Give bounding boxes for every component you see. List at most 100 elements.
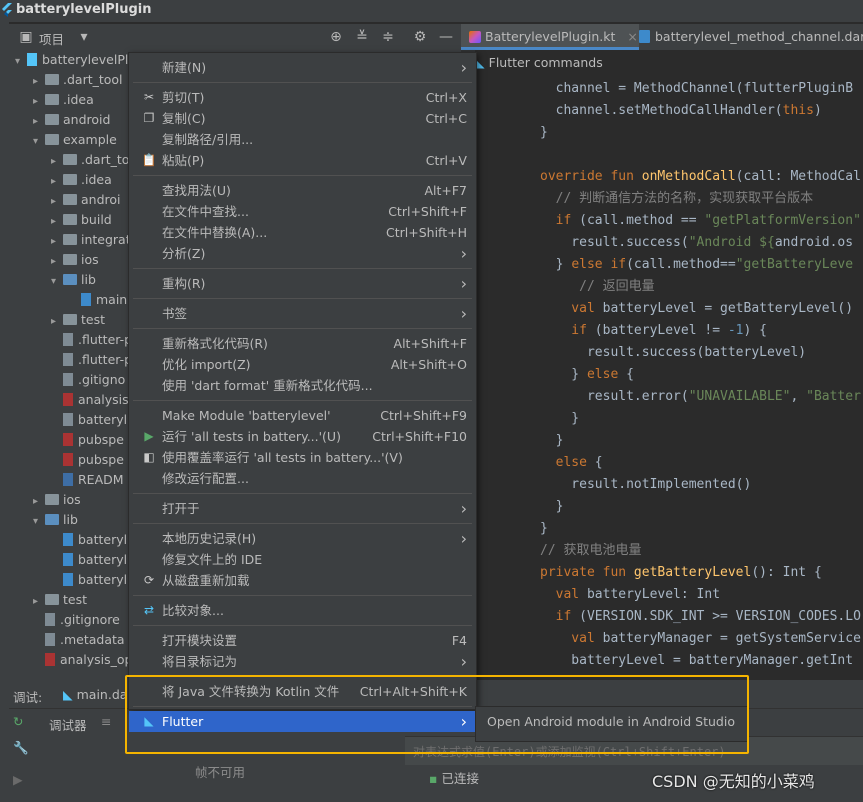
collapse-all-icon[interactable]: ≑: [379, 28, 397, 46]
chevron-right-icon[interactable]: ▸: [33, 72, 45, 92]
chevron-right-icon[interactable]: ▸: [51, 172, 63, 192]
tree-item[interactable]: READM: [51, 470, 124, 490]
tree-item[interactable]: .flutter-p: [51, 330, 132, 350]
code-line[interactable]: result.notImplemented(): [540, 474, 751, 496]
menu-item[interactable]: 打开模块设置 F4: [129, 630, 476, 651]
code-line[interactable]: } else {: [540, 364, 634, 386]
code-line[interactable]: if (VERSION.SDK_INT >= VERSION_CODES.LO: [540, 606, 861, 628]
menu-item[interactable]: 查找用法(U) Alt+F7: [129, 180, 476, 201]
chevron-down-icon[interactable]: ▾: [33, 132, 45, 152]
tree-item[interactable]: ▸ .dart_tool: [33, 70, 123, 90]
wrench-icon[interactable]: 🔧: [13, 740, 29, 756]
tree-item[interactable]: analysis_op: [33, 650, 132, 670]
tree-item[interactable]: ▸ .idea: [33, 90, 94, 110]
project-view-selector[interactable]: 项目: [39, 29, 64, 48]
code-line[interactable]: }: [540, 430, 564, 452]
tree-item[interactable]: .gitigno: [51, 370, 125, 390]
code-line[interactable]: // 获取电池电量: [540, 540, 641, 562]
chevron-right-icon[interactable]: ▸: [51, 192, 63, 212]
menu-item[interactable]: 复制路径/引用...: [129, 129, 476, 150]
code-line[interactable]: result.success("Android ${android.os: [540, 232, 853, 254]
expand-all-icon[interactable]: ≚: [353, 28, 371, 46]
tab-batterylevel-plugin-kt[interactable]: BatterylevelPlugin.kt ×: [461, 24, 639, 50]
chevron-down-icon[interactable]: ▾: [15, 52, 27, 72]
menu-item[interactable]: 在文件中查找... Ctrl+Shift+F: [129, 201, 476, 222]
code-line[interactable]: }: [540, 122, 548, 144]
code-line[interactable]: } else if(call.method=="getBatteryLeve: [540, 254, 853, 276]
code-line[interactable]: override fun onMethodCall(call: MethodCa…: [540, 166, 861, 188]
menu-item[interactable]: ❐ 复制(C) Ctrl+C: [129, 108, 476, 129]
menu-item[interactable]: 修改运行配置...: [129, 468, 476, 489]
tree-item[interactable]: ▾ lib: [51, 270, 96, 290]
tree-item[interactable]: batteryl: [51, 410, 127, 430]
menu-item[interactable]: 将 Java 文件转换为 Kotlin 文件 Ctrl+Alt+Shift+K: [129, 681, 476, 702]
menu-item[interactable]: 分析(Z) ›: [129, 243, 476, 264]
menu-item[interactable]: 使用 'dart format' 重新格式化代码...: [129, 375, 476, 396]
chevron-right-icon[interactable]: ▸: [33, 492, 45, 512]
menu-item[interactable]: Make Module 'batterylevel' Ctrl+Shift+F9: [129, 405, 476, 426]
menu-item[interactable]: ⇄ 比较对象...: [129, 600, 476, 621]
menu-item[interactable]: 书签 ›: [129, 303, 476, 324]
menu-item[interactable]: 在文件中替换(A)... Ctrl+Shift+H: [129, 222, 476, 243]
code-line[interactable]: else {: [540, 452, 603, 474]
locate-icon[interactable]: ⊕: [327, 28, 345, 46]
code-line[interactable]: if (batteryLevel != -1) {: [540, 320, 767, 342]
menu-item[interactable]: 重构(R) ›: [129, 273, 476, 294]
chevron-right-icon[interactable]: ▸: [51, 212, 63, 232]
menu-item[interactable]: 优化 import(Z) Alt+Shift+O: [129, 354, 476, 375]
menu-item[interactable]: 将目录标记为 ›: [129, 651, 476, 672]
code-line[interactable]: private fun getBatteryLevel(): Int {: [540, 562, 822, 584]
code-line[interactable]: // 判断通信方法的名称，实现获取平台版本: [540, 188, 814, 210]
menu-item[interactable]: ◣ Flutter ›: [129, 711, 476, 732]
menu-item[interactable]: ◧ 使用覆盖率运行 'all tests in battery...'(V): [129, 447, 476, 468]
layout-icon[interactable]: ≡: [101, 714, 111, 729]
gear-icon[interactable]: ⚙: [411, 28, 429, 46]
chevron-right-icon[interactable]: ▸: [33, 92, 45, 112]
menu-item[interactable]: 打开于 ›: [129, 498, 476, 519]
tree-item[interactable]: ▾ example: [33, 130, 117, 150]
menu-item[interactable]: ✂ 剪切(T) Ctrl+X: [129, 87, 476, 108]
code-line[interactable]: channel = MethodChannel(flutterPluginB: [540, 78, 853, 100]
tree-item[interactable]: .flutter-p: [51, 350, 132, 370]
tree-item[interactable]: .metadata: [33, 630, 125, 650]
menu-item[interactable]: 📋 粘贴(P) Ctrl+V: [129, 150, 476, 171]
code-editor[interactable]: channel = MethodChannel(flutterPluginB c…: [475, 50, 863, 680]
tree-item[interactable]: ▸ test: [51, 310, 105, 330]
menu-item[interactable]: 新建(N) ›: [129, 57, 476, 78]
chevron-right-icon[interactable]: ▸: [33, 112, 45, 132]
chevron-right-icon[interactable]: ▸: [51, 152, 63, 172]
tree-item[interactable]: analysis: [51, 390, 129, 410]
hide-panel-icon[interactable]: —: [437, 28, 455, 46]
tree-item[interactable]: pubspe: [51, 450, 124, 470]
chevron-right-icon[interactable]: ▸: [33, 592, 45, 612]
tree-item[interactable]: batteryl: [51, 530, 127, 550]
tree-item[interactable]: batteryl: [51, 550, 127, 570]
tree-item[interactable]: main: [69, 290, 127, 310]
flutter-commands-link[interactable]: ◣ Flutter commands: [475, 52, 675, 74]
tree-item[interactable]: ▾ batterylevelPlu: [15, 50, 136, 70]
menu-item[interactable]: 修复文件上的 IDE: [129, 549, 476, 570]
tree-item[interactable]: .gitignore: [33, 610, 120, 630]
code-line[interactable]: channel.setMethodCallHandler(this): [540, 100, 822, 122]
debug-config-tab[interactable]: ◣ main.da: [63, 687, 127, 702]
code-line[interactable]: batteryLevel = batteryManager.getInt: [540, 650, 853, 672]
code-line[interactable]: val batteryManager = getSystemService: [540, 628, 861, 650]
project-view-icon[interactable]: ▣: [17, 28, 35, 46]
tree-item[interactable]: ▾ lib: [33, 510, 78, 530]
code-line[interactable]: result.success(batteryLevel): [540, 342, 806, 364]
tree-item[interactable]: ▸ test: [33, 590, 87, 610]
code-line[interactable]: }: [540, 518, 548, 540]
chevron-right-icon[interactable]: ▸: [51, 312, 63, 332]
code-line[interactable]: if (call.method == "getPlatformVersion": [540, 210, 861, 232]
tree-item[interactable]: ▸ build: [51, 210, 112, 230]
tree-item[interactable]: ▸ .dart_to: [51, 150, 129, 170]
chevron-down-icon[interactable]: ▾: [33, 512, 45, 532]
close-icon[interactable]: ×: [627, 29, 637, 44]
menu-item[interactable]: ▶ 运行 'all tests in battery...'(U) Ctrl+Shi…: [129, 426, 476, 447]
left-tool-strip[interactable]: [0, 22, 9, 802]
tree-item[interactable]: ▸ ios: [51, 250, 99, 270]
rerun-icon[interactable]: ↻: [13, 714, 23, 729]
code-line[interactable]: val batteryLevel: Int: [540, 584, 720, 606]
menu-item[interactable]: ⟳ 从磁盘重新加载: [129, 570, 476, 591]
code-line[interactable]: }: [540, 408, 579, 430]
